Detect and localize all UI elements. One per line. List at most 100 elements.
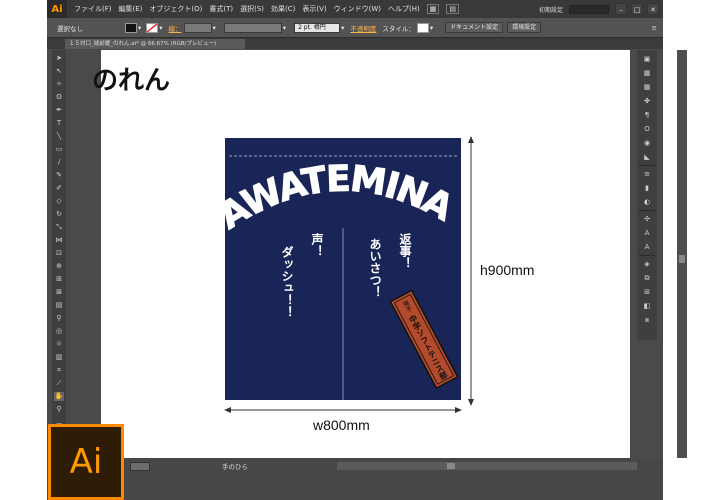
direct-selection-tool-icon[interactable]: ↖ bbox=[54, 67, 64, 76]
paintbrush-tool-icon[interactable]: ∕ bbox=[54, 158, 64, 167]
gradient-panel-icon[interactable]: ▮ bbox=[642, 183, 652, 193]
eyedropper-tool-icon[interactable]: ⚲ bbox=[54, 314, 64, 323]
vertical-scrollbar[interactable] bbox=[677, 50, 687, 458]
transform-panel-icon[interactable]: ⧈ bbox=[642, 315, 652, 325]
transparency-panel-icon[interactable]: ◐ bbox=[642, 197, 652, 207]
layers-panel-icon[interactable]: ◈ bbox=[642, 259, 652, 269]
eraser-tool-icon[interactable]: ◇ bbox=[54, 197, 64, 206]
paragraph-panel-icon[interactable]: ¶ bbox=[642, 110, 652, 120]
pen-tool-icon[interactable]: ✒ bbox=[54, 106, 64, 115]
height-label: h900mm bbox=[480, 262, 535, 278]
zoom-tool-icon[interactable]: ⚲ bbox=[54, 405, 64, 414]
color-panel-icon[interactable]: ▣ bbox=[642, 54, 652, 64]
document-tab-bar: １５対口_縫前暖_のれん.ai* @ 66.67% (RGB/プレビュー) bbox=[47, 38, 663, 49]
bridge-icon[interactable]: ▦ bbox=[426, 4, 440, 14]
blend-tool-icon[interactable]: ◎ bbox=[54, 327, 64, 336]
symbols-panel-icon[interactable]: ✣ bbox=[642, 214, 652, 224]
document-tab[interactable]: １５対口_縫前暖_のれん.ai* @ 66.67% (RGB/プレビュー) bbox=[65, 39, 245, 49]
shape-builder-tool-icon[interactable]: ⊕ bbox=[54, 262, 64, 271]
dimension-lines bbox=[224, 136, 474, 413]
opacity-link[interactable]: 不透明度 bbox=[350, 23, 376, 33]
rectangle-tool-icon[interactable]: ▭ bbox=[54, 145, 64, 154]
style-label: スタイル： bbox=[382, 24, 415, 33]
close-icon[interactable]: ✕ bbox=[647, 3, 659, 15]
lasso-tool-icon[interactable]: ʘ bbox=[54, 93, 64, 102]
minimize-icon[interactable]: – bbox=[615, 3, 627, 15]
character-styles-icon[interactable]: A bbox=[642, 242, 652, 252]
hand-tool-icon[interactable]: ✋ bbox=[54, 392, 64, 401]
brushes-panel-icon[interactable]: ✤ bbox=[642, 96, 652, 106]
chevron-down-icon[interactable]: ▾ bbox=[213, 24, 216, 32]
maximize-icon[interactable]: □ bbox=[631, 3, 643, 15]
stroke-swatch[interactable] bbox=[146, 22, 159, 33]
symbol-sprayer-tool-icon[interactable]: ☼ bbox=[54, 340, 64, 349]
menu-view[interactable]: 表示(V) bbox=[302, 4, 326, 14]
arrange-icon[interactable]: ▤ bbox=[446, 4, 460, 14]
graphic-style-swatch[interactable] bbox=[416, 22, 429, 33]
chevron-down-icon[interactable]: ▾ bbox=[341, 24, 344, 32]
gradient-tool-icon[interactable]: ▤ bbox=[54, 301, 64, 310]
illustrator-logo-icon: Ai bbox=[48, 424, 124, 500]
horizontal-scrollbar[interactable] bbox=[337, 462, 637, 470]
free-transform-tool-icon[interactable]: ⊡ bbox=[54, 249, 64, 258]
menu-effect[interactable]: 効果(C) bbox=[271, 4, 295, 14]
document-setup-button[interactable]: ドキュメント設定 bbox=[445, 22, 504, 33]
magic-wand-tool-icon[interactable]: ✧ bbox=[54, 80, 64, 89]
menu-bar: Ai ファイル(F) 編集(E) オブジェクト(O) 書式(T) 選択(S) 効… bbox=[47, 0, 663, 18]
stroke-panel-icon[interactable]: ≡ bbox=[642, 169, 652, 179]
pencil-tool-icon[interactable]: ✎ bbox=[54, 171, 64, 180]
chevron-down-icon[interactable]: ▾ bbox=[283, 24, 286, 32]
panel-separator bbox=[639, 210, 655, 211]
fill-swatch[interactable] bbox=[125, 22, 137, 33]
column-graph-tool-icon[interactable]: ▥ bbox=[54, 353, 64, 362]
selection-status: 選択なし bbox=[57, 24, 83, 33]
status-bar: 手のひら bbox=[47, 458, 663, 500]
stroke-weight-field[interactable] bbox=[183, 22, 212, 33]
menu-help[interactable]: ヘルプ(H) bbox=[388, 4, 420, 14]
app-logo-icon: Ai bbox=[47, 0, 67, 18]
opentype-panel-icon[interactable]: O bbox=[642, 124, 652, 134]
chevron-down-icon[interactable]: ▾ bbox=[430, 24, 433, 32]
menu-type[interactable]: 書式(T) bbox=[209, 4, 233, 14]
width-arrow-right bbox=[455, 407, 462, 413]
type-tool-icon[interactable]: T bbox=[54, 119, 64, 128]
appearance-panel-icon[interactable]: ◉ bbox=[642, 138, 652, 148]
align-panel-icon[interactable]: ⊞ bbox=[642, 287, 652, 297]
artboard-tool-icon[interactable]: ⌗ bbox=[54, 366, 64, 375]
artboards-panel-icon[interactable]: ⧉ bbox=[642, 273, 652, 283]
preferences-button[interactable]: 環境設定 bbox=[507, 22, 542, 33]
scale-tool-icon[interactable]: ⤡ bbox=[54, 223, 64, 232]
rotate-tool-icon[interactable]: ↻ bbox=[54, 210, 64, 219]
menu-window[interactable]: ウィンドウ(W) bbox=[334, 4, 381, 14]
pathfinder-panel-icon[interactable]: ◧ bbox=[642, 301, 652, 311]
panel-menu-icon[interactable]: ≡ bbox=[652, 24, 657, 32]
zoom-level-field[interactable] bbox=[130, 462, 150, 471]
vertical-scroll-thumb[interactable] bbox=[679, 255, 685, 263]
brush-definition-field[interactable]: 2 pt. 楕円 bbox=[294, 22, 341, 33]
mesh-tool-icon[interactable]: ⊠ bbox=[54, 288, 64, 297]
menu-object[interactable]: オブジェクト(O) bbox=[149, 4, 202, 14]
tools-panel: ➤ ↖ ✧ ʘ ✒ T ╲ ▭ ∕ ✎ ✐ ◇ ↻ ⤡ ⋈ ⊡ ⊕ ⊞ ⊠ ▤ … bbox=[52, 50, 66, 465]
width-label: w800mm bbox=[313, 417, 370, 433]
help-search-input[interactable] bbox=[569, 4, 609, 14]
chevron-down-icon[interactable]: ▾ bbox=[159, 24, 162, 32]
swatches-panel-icon[interactable]: ▦ bbox=[642, 82, 652, 92]
workspace-switcher[interactable]: 初期設定 bbox=[539, 5, 563, 14]
line-tool-icon[interactable]: ╲ bbox=[54, 132, 64, 141]
color-guide-icon[interactable]: ▦ bbox=[642, 68, 652, 78]
chevron-down-icon[interactable]: ▾ bbox=[138, 24, 141, 32]
control-bar: 選択なし ▾ ▾ 線： ▾ ▾ 2 pt. 楕円 ▾ 不透明度 スタイル： ▾ … bbox=[47, 18, 663, 38]
variable-width-field[interactable] bbox=[223, 22, 282, 33]
graphic-styles-icon[interactable]: ◣ bbox=[642, 152, 652, 162]
horizontal-scroll-thumb[interactable] bbox=[447, 463, 455, 469]
menu-select[interactable]: 選択(S) bbox=[240, 4, 264, 14]
menu-file[interactable]: ファイル(F) bbox=[74, 4, 112, 14]
blob-brush-tool-icon[interactable]: ✐ bbox=[54, 184, 64, 193]
character-panel-icon[interactable]: A bbox=[642, 228, 652, 238]
slice-tool-icon[interactable]: ⟋ bbox=[54, 379, 64, 388]
selection-tool-icon[interactable]: ➤ bbox=[54, 54, 64, 63]
width-tool-icon[interactable]: ⋈ bbox=[54, 236, 64, 245]
perspective-grid-tool-icon[interactable]: ⊞ bbox=[54, 275, 64, 284]
stroke-label[interactable]: 線： bbox=[169, 23, 182, 33]
menu-edit[interactable]: 編集(E) bbox=[119, 4, 143, 14]
